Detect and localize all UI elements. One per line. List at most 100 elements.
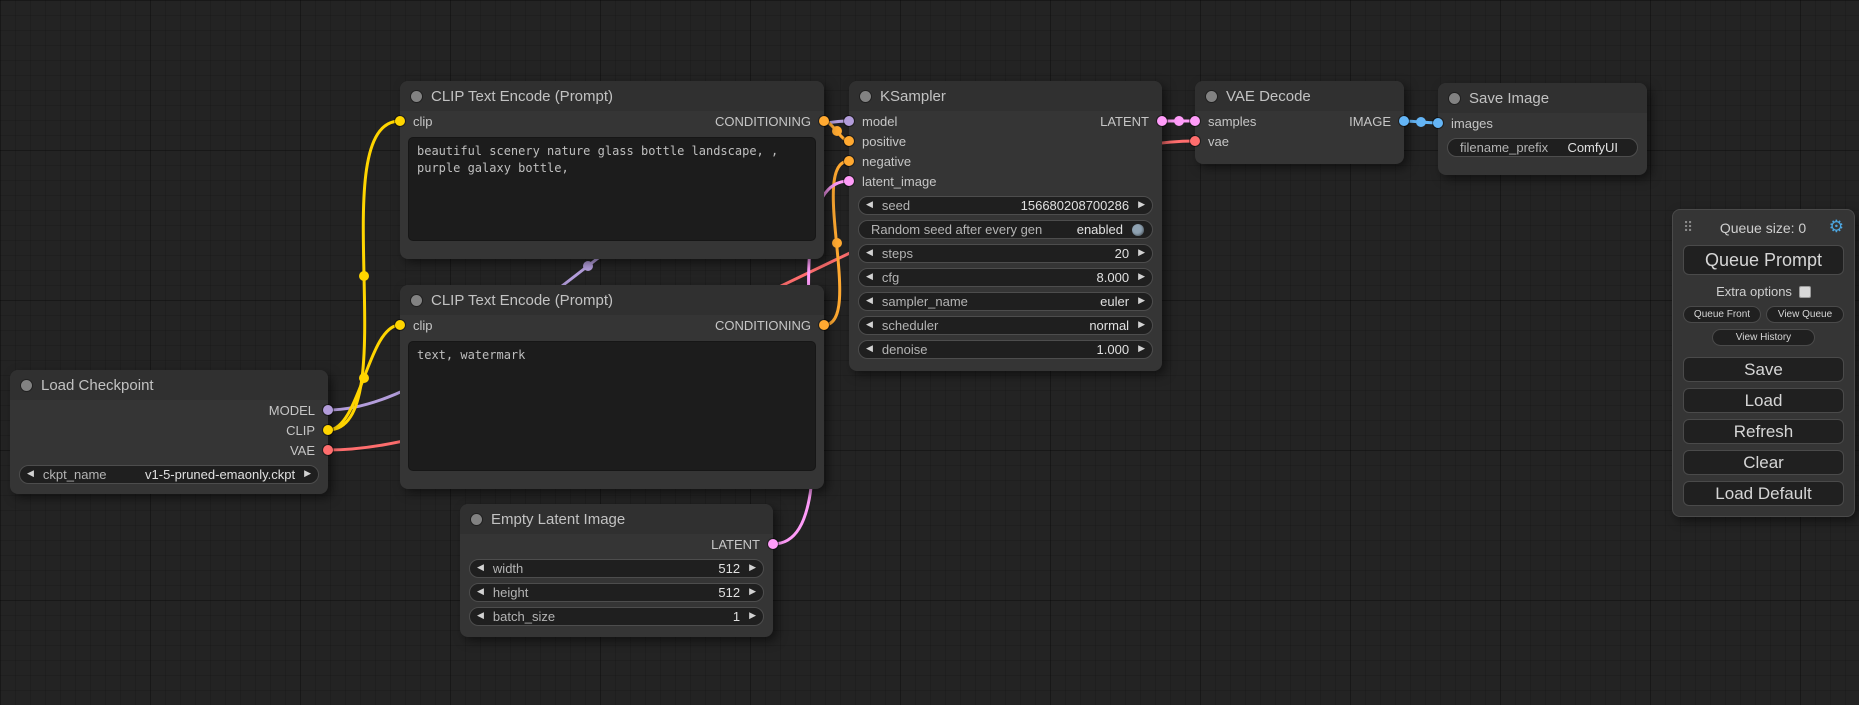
node-title-bar[interactable]: CLIP Text Encode (Prompt) (400, 81, 824, 111)
view-queue-button[interactable]: View Queue (1766, 306, 1844, 323)
samples-input-port[interactable] (1190, 116, 1200, 126)
node-title: CLIP Text Encode (Prompt) (431, 88, 613, 105)
combo-left-arrow-icon[interactable]: ◀ (866, 297, 873, 306)
vae-input-port[interactable] (1190, 136, 1200, 146)
model-output-port[interactable] (323, 405, 333, 415)
latent-image-input-port[interactable] (844, 176, 854, 186)
queue-prompt-button[interactable]: Queue Prompt (1683, 245, 1844, 275)
combo-left-arrow-icon[interactable]: ◀ (866, 273, 873, 282)
combo-right-arrow-icon[interactable]: ▶ (1138, 273, 1145, 282)
queue-front-button[interactable]: Queue Front (1683, 306, 1761, 323)
widget-value: 512 (718, 585, 740, 600)
model-input-port[interactable] (844, 116, 854, 126)
refresh-button[interactable]: Refresh (1683, 419, 1844, 444)
combo-left-arrow-icon[interactable]: ◀ (477, 612, 484, 621)
combo-left-arrow-icon[interactable]: ◀ (866, 345, 873, 354)
queue-panel[interactable]: ⠿ Queue size: 0 ⚙ Queue Prompt Extra opt… (1672, 209, 1855, 517)
scheduler-widget[interactable]: ◀ scheduler normal ▶ (858, 316, 1153, 335)
combo-right-arrow-icon[interactable]: ▶ (304, 470, 311, 479)
slot-row: clip CONDITIONING (400, 315, 824, 335)
node-collapse-dot[interactable] (1206, 91, 1217, 102)
output-label-latent: LATENT (1100, 114, 1149, 129)
combo-right-arrow-icon[interactable]: ▶ (1138, 249, 1145, 258)
positive-prompt-textarea[interactable]: beautiful scenery nature glass bottle la… (408, 137, 816, 241)
random-seed-toggle-widget[interactable]: Random seed after every gen enabled (858, 220, 1153, 239)
batch-size-widget[interactable]: ◀ batch_size 1 ▶ (469, 607, 764, 626)
node-collapse-dot[interactable] (1449, 93, 1460, 104)
positive-input-port[interactable] (844, 136, 854, 146)
vae-output-port[interactable] (323, 445, 333, 455)
images-input-port[interactable] (1433, 118, 1443, 128)
toggle-dot-icon[interactable] (1132, 224, 1144, 236)
node-title-bar[interactable]: KSampler (849, 81, 1162, 111)
latent-output-port[interactable] (768, 539, 778, 549)
node-collapse-dot[interactable] (471, 514, 482, 525)
node-empty-latent-image[interactable]: Empty Latent Image LATENT ◀ width 512 ▶ … (460, 504, 773, 637)
node-title: CLIP Text Encode (Prompt) (431, 292, 613, 309)
clip-input-port[interactable] (395, 320, 405, 330)
load-button[interactable]: Load (1683, 388, 1844, 413)
input-label-samples: samples (1208, 114, 1256, 129)
node-title-bar[interactable]: VAE Decode (1195, 81, 1404, 111)
drag-handle-icon[interactable]: ⠿ (1683, 220, 1693, 236)
view-history-button[interactable]: View History (1712, 329, 1815, 346)
height-widget[interactable]: ◀ height 512 ▶ (469, 583, 764, 602)
node-title-bar[interactable]: Empty Latent Image (460, 504, 773, 534)
combo-left-arrow-icon[interactable]: ◀ (866, 249, 873, 258)
node-ksampler[interactable]: KSampler model LATENT positive negative … (849, 81, 1162, 371)
save-button[interactable]: Save (1683, 357, 1844, 382)
node-collapse-dot[interactable] (411, 91, 422, 102)
negative-prompt-textarea[interactable]: text, watermark (408, 341, 816, 471)
combo-left-arrow-icon[interactable]: ◀ (866, 201, 873, 210)
slot-row: VAE (10, 440, 328, 460)
node-title-bar[interactable]: Save Image (1438, 83, 1647, 113)
combo-right-arrow-icon[interactable]: ▶ (1138, 345, 1145, 354)
conditioning-output-port[interactable] (819, 116, 829, 126)
node-clip-text-encode-negative[interactable]: CLIP Text Encode (Prompt) clip CONDITION… (400, 285, 824, 489)
clear-button[interactable]: Clear (1683, 450, 1844, 475)
widget-name: height (493, 585, 528, 600)
combo-right-arrow-icon[interactable]: ▶ (749, 564, 756, 573)
extra-options-checkbox[interactable] (1799, 286, 1811, 298)
combo-right-arrow-icon[interactable]: ▶ (1138, 201, 1145, 210)
node-collapse-dot[interactable] (860, 91, 871, 102)
combo-left-arrow-icon[interactable]: ◀ (27, 470, 34, 479)
latent-output-port[interactable] (1157, 116, 1167, 126)
load-default-button[interactable]: Load Default (1683, 481, 1844, 506)
node-vae-decode[interactable]: VAE Decode samples IMAGE vae (1195, 81, 1404, 164)
node-collapse-dot[interactable] (411, 295, 422, 306)
combo-left-arrow-icon[interactable]: ◀ (866, 321, 873, 330)
conditioning-output-port[interactable] (819, 320, 829, 330)
combo-right-arrow-icon[interactable]: ▶ (1138, 321, 1145, 330)
node-title-bar[interactable]: CLIP Text Encode (Prompt) (400, 285, 824, 315)
clip-input-port[interactable] (395, 116, 405, 126)
steps-widget[interactable]: ◀ steps 20 ▶ (858, 244, 1153, 263)
negative-input-port[interactable] (844, 156, 854, 166)
node-save-image[interactable]: Save Image images filename_prefix ComfyU… (1438, 83, 1647, 175)
slot-row: MODEL (10, 400, 328, 420)
sampler-name-widget[interactable]: ◀ sampler_name euler ▶ (858, 292, 1153, 311)
filename-prefix-widget[interactable]: filename_prefix ComfyUI (1447, 138, 1638, 157)
input-label-clip: clip (413, 114, 433, 129)
combo-right-arrow-icon[interactable]: ▶ (749, 612, 756, 621)
widget-value: 1 (733, 609, 740, 624)
width-widget[interactable]: ◀ width 512 ▶ (469, 559, 764, 578)
combo-left-arrow-icon[interactable]: ◀ (477, 564, 484, 573)
node-collapse-dot[interactable] (21, 380, 32, 391)
slot-row: LATENT (460, 534, 773, 554)
ckpt-name-widget[interactable]: ◀ ckpt_name v1-5-pruned-emaonly.ckpt ▶ (19, 465, 319, 484)
seed-widget[interactable]: ◀ seed 156680208700286 ▶ (858, 196, 1153, 215)
node-load-checkpoint[interactable]: Load Checkpoint MODEL CLIP VAE ◀ ckpt_na… (10, 370, 328, 494)
node-title-bar[interactable]: Load Checkpoint (10, 370, 328, 400)
combo-right-arrow-icon[interactable]: ▶ (749, 588, 756, 597)
combo-left-arrow-icon[interactable]: ◀ (477, 588, 484, 597)
combo-right-arrow-icon[interactable]: ▶ (1138, 297, 1145, 306)
input-label-latent-image: latent_image (862, 174, 936, 189)
settings-gear-icon[interactable]: ⚙ (1829, 219, 1844, 236)
node-clip-text-encode-positive[interactable]: CLIP Text Encode (Prompt) clip CONDITION… (400, 81, 824, 259)
image-output-port[interactable] (1399, 116, 1409, 126)
cfg-widget[interactable]: ◀ cfg 8.000 ▶ (858, 268, 1153, 287)
node-title: VAE Decode (1226, 88, 1311, 105)
denoise-widget[interactable]: ◀ denoise 1.000 ▶ (858, 340, 1153, 359)
clip-output-port[interactable] (323, 425, 333, 435)
